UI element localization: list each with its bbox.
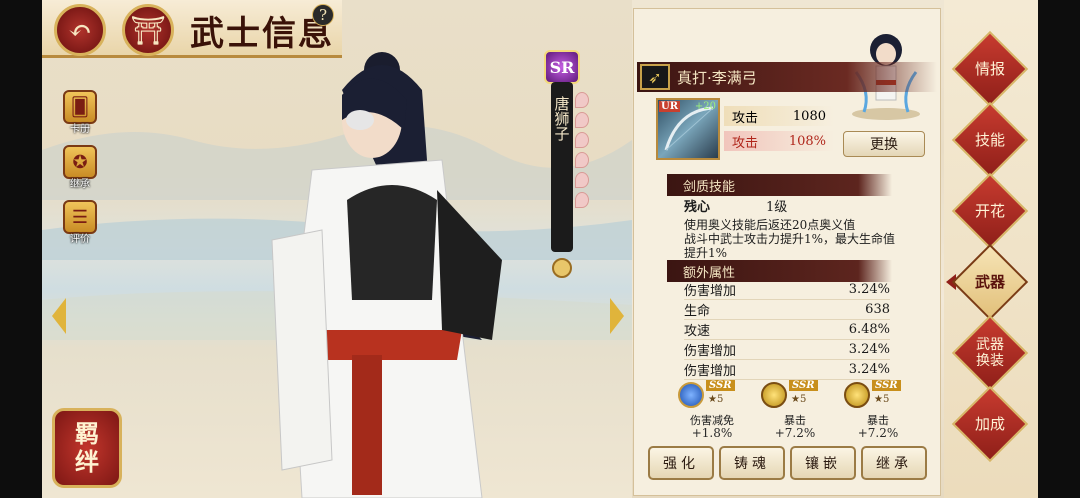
gem-value: +7.2% [774, 426, 816, 440]
bell-charm-icon [552, 258, 572, 278]
forge-soul-button[interactable]: 铸魂 [719, 446, 785, 480]
game-screen: ↶ ⛩ 武士信息 ? 🂠 卡册 ✪ 继承 ☰ 评价 羁 绊 SR 唐狮子 真打·… [0, 0, 1080, 498]
left-letterbox [0, 0, 42, 498]
review-label: 评价 [70, 234, 90, 245]
weapon-stat-row: 攻击 108% [724, 131, 834, 151]
gem-rarity: SSR [789, 380, 818, 391]
attribute-value: 3.24% [848, 342, 890, 357]
petal-icon [575, 192, 589, 208]
gem-slot[interactable]: SSR ★5 伤害减免 +1.8% [672, 380, 752, 440]
gem-star-count: 5 [799, 394, 807, 405]
next-character-arrow-icon[interactable] [610, 298, 624, 334]
gem-rarity: SSR [706, 380, 735, 391]
review-icon: ☰ [63, 200, 97, 234]
question-icon: ? [318, 6, 328, 24]
gem-star-count: 5 [716, 394, 724, 405]
bond-label-2: 绊 [75, 447, 99, 476]
inlay-button[interactable]: 镶嵌 [790, 446, 856, 480]
card-album-icon: 🂠 [63, 90, 97, 124]
attribute-label: 生命 [684, 304, 711, 319]
gem-stars: ★5 [791, 394, 807, 405]
petal-icon [575, 152, 589, 168]
card-album-label: 卡册 [70, 124, 90, 135]
help-button[interactable]: ? [312, 4, 334, 26]
gem-value: +1.8% [691, 426, 733, 440]
weapon-stat-row: 攻击 1080 [724, 106, 834, 126]
inherit-button[interactable]: ✪ 继承 [60, 145, 100, 190]
stat-label: 攻击 [732, 135, 759, 151]
gem-stars: ★5 [874, 394, 890, 405]
weapon-level: +20 [694, 101, 716, 112]
skill-section-header: 剑质技能 [667, 174, 892, 196]
weapon-card[interactable]: UR +20 [656, 98, 720, 160]
gem-orb-icon [761, 382, 787, 408]
attribute-row: 伤害增加 3.24% [684, 280, 890, 300]
swap-weapon-button[interactable]: 更换 [843, 131, 925, 157]
tab-weapon-label: 武器 [974, 273, 1005, 291]
enhance-button[interactable]: 强化 [648, 446, 714, 480]
prev-character-arrow-icon[interactable] [52, 298, 66, 334]
gem-slot[interactable]: SSR ★5 暴击 +7.2% [755, 380, 835, 440]
inherit-weapon-button[interactable]: 继承 [861, 446, 927, 480]
tab-weapon-skin-label: 武器换装 [976, 337, 1004, 369]
shrine-gate-icon: ⛩ [130, 13, 166, 47]
attribute-label: 伤害增加 [684, 344, 737, 359]
tab-bloom-label: 开花 [974, 202, 1005, 220]
gem-orb-icon [678, 382, 704, 408]
weapon-name-bar: 真打·李满弓 [637, 62, 937, 92]
character-figure[interactable] [271, 52, 502, 498]
petal-icon [575, 172, 589, 188]
petal-icon [575, 132, 589, 148]
home-button[interactable]: ⛩ [122, 4, 174, 56]
petal-icon [575, 112, 589, 128]
back-button[interactable]: ↶ [54, 4, 106, 56]
attribute-label: 伤害增加 [684, 284, 737, 299]
tab-bonus-label: 加成 [974, 415, 1005, 433]
gem-orb-icon [844, 382, 870, 408]
attribute-row: 伤害增加 3.24% [684, 360, 890, 380]
bow-icon: ➶ [640, 64, 670, 90]
gem-stars: ★5 [708, 394, 724, 405]
tab-skills-label: 技能 [974, 131, 1005, 149]
review-button[interactable]: ☰ 评价 [60, 200, 100, 245]
gem-star-count: 5 [882, 394, 890, 405]
stat-value: 108% [788, 133, 826, 149]
weapon-name: 真打·李满弓 [677, 68, 757, 87]
attribute-row: 攻速 6.48% [684, 320, 890, 340]
skill-name: 残心 [684, 200, 711, 215]
character-name: 唐狮子 [551, 82, 573, 252]
stat-value: 1080 [792, 108, 826, 124]
petal-icon [575, 92, 589, 108]
tab-info-label: 情报 [974, 60, 1005, 78]
right-letterbox [1038, 0, 1080, 498]
attribute-value: 3.24% [848, 362, 890, 377]
weapon-rarity-badge: UR [659, 101, 681, 112]
inherit-star-icon: ✪ [63, 145, 97, 179]
attribute-label: 攻速 [684, 324, 711, 339]
bond-label-1: 羁 [75, 419, 99, 448]
attribute-value: 638 [865, 302, 890, 317]
attribute-row: 伤害增加 3.24% [684, 340, 890, 360]
gem-rarity: SSR [872, 380, 901, 391]
skill-level: 1级 [766, 200, 788, 215]
bond-button[interactable]: 羁 绊 [52, 408, 122, 488]
gem-slot[interactable]: SSR ★5 暴击 +7.2% [838, 380, 918, 440]
attribute-label: 伤害增加 [684, 364, 737, 379]
extra-attr-header: 额外属性 [667, 260, 892, 282]
rarity-badge: SR [544, 50, 580, 84]
attribute-value: 3.24% [848, 282, 890, 297]
back-arrow-icon: ↶ [68, 13, 92, 47]
inherit-label: 继承 [70, 179, 90, 190]
skill-desc-line: 提升1% [684, 246, 728, 260]
attribute-value: 6.48% [848, 322, 890, 337]
attribute-row: 生命 638 [684, 300, 890, 320]
card-album-button[interactable]: 🂠 卡册 [60, 90, 100, 135]
gem-value: +7.2% [857, 426, 899, 440]
stat-label: 攻击 [732, 110, 759, 126]
